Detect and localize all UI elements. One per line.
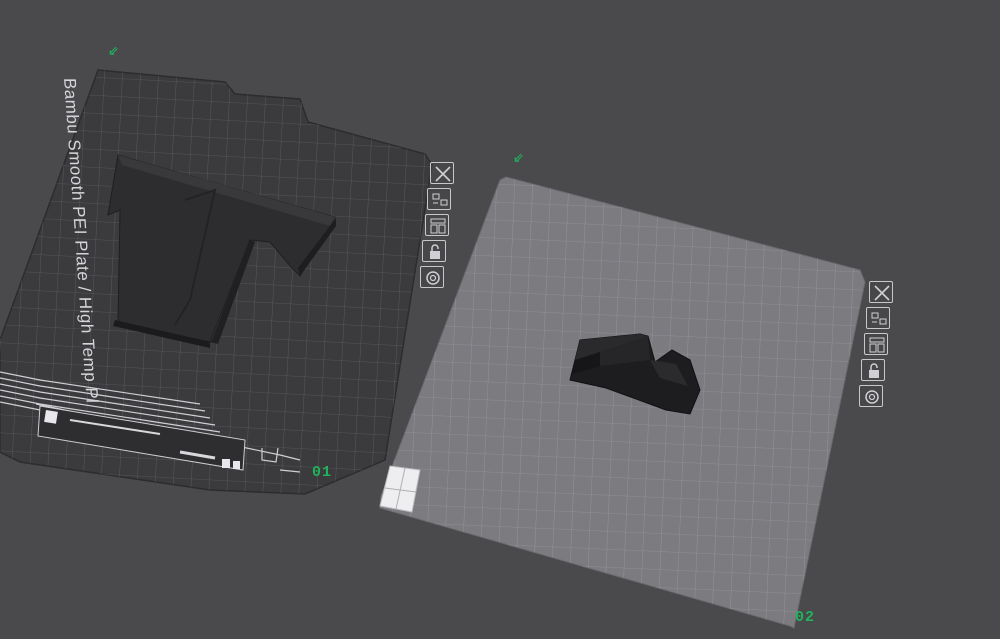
plate-02-orient-button[interactable] (864, 333, 888, 355)
plate-01-arrange-button[interactable] (427, 188, 451, 210)
x-icon (435, 166, 451, 182)
lock-icon (430, 244, 440, 259)
plate-01-close-button[interactable] (430, 162, 454, 184)
plate-01-number: 01 (312, 464, 333, 481)
plate-01-axis-icon: ⇙ (108, 44, 119, 59)
plate-02[interactable] (379, 176, 866, 629)
plate-02-grid (380, 177, 865, 628)
3d-build-viewport[interactable]: Bambu Smooth PEI Plate / High Temp Pl ⇙ … (0, 0, 1000, 639)
orient-icon (869, 337, 885, 353)
plate-01-lock-button[interactable] (422, 240, 446, 262)
gear-icon (426, 271, 440, 285)
plate-02-arrange-button[interactable] (866, 307, 890, 329)
arrange-icon (871, 312, 887, 325)
plate-01-orient-button[interactable] (425, 214, 449, 236)
plate-02-settings-button[interactable] (859, 385, 883, 407)
arrange-icon (432, 193, 448, 206)
scene-canvas (0, 69, 866, 629)
gear-icon (865, 390, 879, 404)
x-icon (874, 285, 890, 301)
plate-01-settings-button[interactable] (420, 266, 444, 288)
plate-02-close-button[interactable] (869, 281, 893, 303)
lock-icon (869, 363, 879, 378)
plate-02-number: 02 (795, 609, 816, 626)
orient-icon (430, 218, 446, 234)
plate-02-lock-button[interactable] (861, 359, 885, 381)
plate-02-axis-icon: ⇙ (513, 151, 524, 166)
